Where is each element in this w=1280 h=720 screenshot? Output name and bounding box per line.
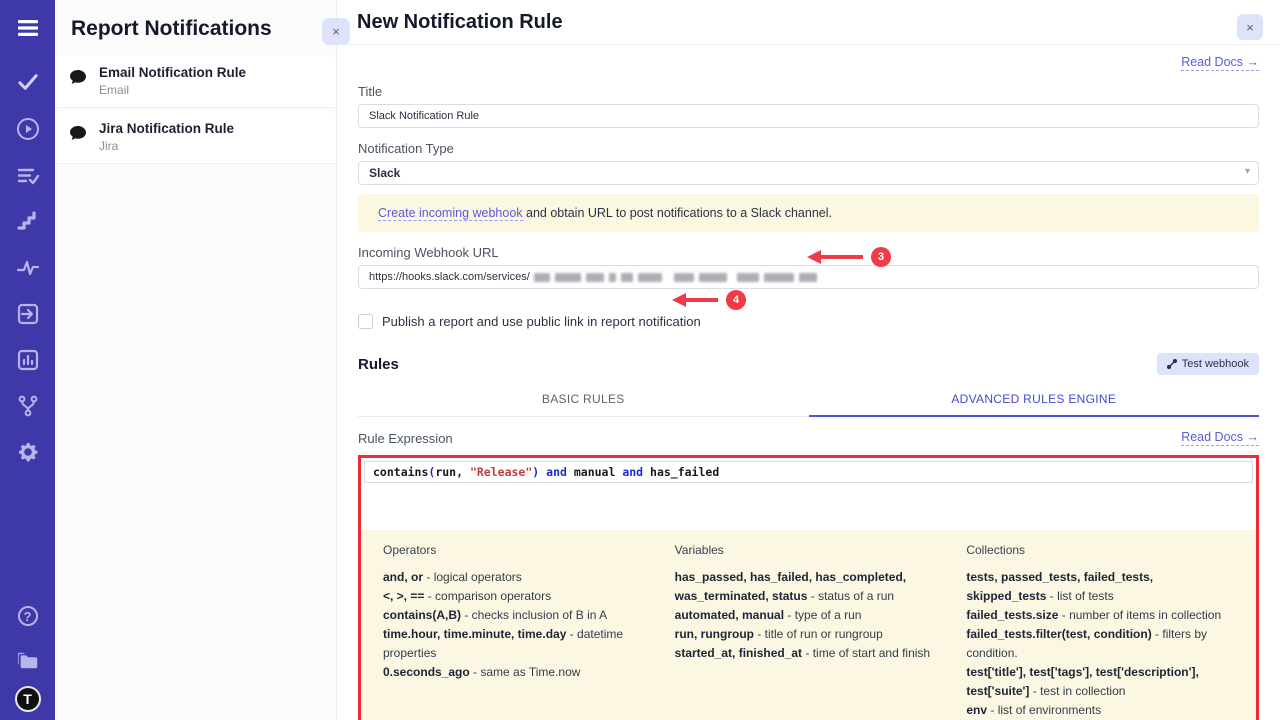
question-mark: ? — [18, 606, 38, 626]
help-entry: env - list of environments — [966, 701, 1234, 720]
notification-type-label: Notification Type — [358, 141, 1259, 156]
help-icon[interactable]: ? — [16, 604, 40, 628]
help-entry: 0.seconds_ago - same as Time.now — [383, 663, 651, 682]
code-line[interactable]: contains(run, "Release") and manual and … — [364, 461, 1253, 483]
rules-heading: Rules — [358, 356, 399, 373]
rule-item-title: Jira Notification Rule — [99, 121, 234, 136]
rule-expression-editor[interactable]: contains(run, "Release") and manual and … — [361, 458, 1256, 530]
publish-report-label: Publish a report and use public link in … — [382, 314, 701, 329]
notification-type-value: Slack — [369, 166, 400, 180]
annotation-highlight-box: contains(run, "Release") and manual and … — [358, 455, 1259, 720]
publish-report-checkbox[interactable] — [358, 314, 373, 329]
main-close-button[interactable]: × — [1237, 14, 1263, 40]
variables-column: Variables has_passed, has_failed, has_co… — [675, 543, 943, 720]
code-token: run, — [435, 465, 470, 479]
git-branch-icon[interactable] — [16, 394, 40, 418]
webhook-url-label: Incoming Webhook URL — [358, 245, 1259, 260]
help-entry: run, rungroup - title of run or rungroup — [675, 625, 943, 644]
rules-tabs: BASIC RULES ADVANCED RULES ENGINE — [358, 385, 1259, 417]
sign-in-icon[interactable] — [16, 302, 40, 326]
menu-icon[interactable] — [16, 16, 40, 40]
check-icon[interactable] — [16, 70, 40, 94]
collections-header: Collections — [966, 543, 1234, 557]
panel-title: Report Notifications — [55, 0, 336, 55]
webhook-url-value: https://hooks.slack.com/services/ — [369, 271, 530, 283]
title-label: Title — [358, 84, 1259, 99]
help-entry: tests, passed_tests, failed_tests, skipp… — [966, 568, 1234, 606]
report-notifications-panel: Report Notifications × Email Notificatio… — [55, 0, 337, 720]
collections-column: Collections tests, passed_tests, failed_… — [966, 543, 1234, 720]
connection-icon — [1167, 359, 1177, 369]
tab-basic-rules[interactable]: BASIC RULES — [358, 385, 809, 416]
list-item-email-rule[interactable]: Email Notification Rule Email — [55, 55, 336, 108]
gear-icon[interactable] — [16, 440, 40, 464]
chat-bubble-icon — [69, 125, 87, 146]
folders-icon[interactable] — [16, 648, 40, 672]
panel-close-button[interactable]: × — [322, 18, 350, 45]
webhook-url-input[interactable]: https://hooks.slack.com/services/ — [358, 265, 1259, 289]
chat-bubble-icon — [69, 69, 87, 90]
read-docs-link[interactable]: Read Docs → — [1181, 55, 1259, 71]
help-entry: automated, manual - type of a run — [675, 606, 943, 625]
help-entry: failed_tests.size - number of items in c… — [966, 606, 1234, 625]
help-entry: <, >, == - comparison operators — [383, 587, 651, 606]
page-title: New Notification Rule — [357, 11, 563, 34]
help-entry: has_passed, has_failed, has_completed, w… — [675, 568, 943, 606]
code-token: has_failed — [643, 465, 719, 479]
help-entry: time.hour, time.minute, time.day - datet… — [383, 625, 651, 663]
help-entry: contains(A,B) - checks inclusion of B in… — [383, 606, 651, 625]
webhook-info-box: Create incoming webhook and obtain URL t… — [358, 194, 1259, 232]
operators-column: Operators and, or - logical operators <,… — [383, 543, 651, 720]
notification-type-select[interactable]: Slack ▾ — [358, 161, 1259, 185]
expression-help-panel: Operators and, or - logical operators <,… — [361, 530, 1256, 720]
stairs-icon[interactable] — [16, 209, 40, 233]
help-entry: failed_tests.filter(test, condition) - f… — [966, 625, 1234, 663]
operators-header: Operators — [383, 543, 651, 557]
code-token: "Release" — [470, 465, 532, 479]
play-circle-icon[interactable] — [16, 117, 40, 141]
app-sidebar: ? T — [0, 0, 55, 720]
redacted-webhook-token — [534, 273, 822, 282]
title-input[interactable]: Slack Notification Rule — [358, 104, 1259, 128]
create-webhook-link[interactable]: Create incoming webhook — [378, 206, 523, 221]
tab-advanced-rules-engine[interactable]: ADVANCED RULES ENGINE — [809, 385, 1260, 417]
help-entry: and, or - logical operators — [383, 568, 651, 587]
rule-item-title: Email Notification Rule — [99, 65, 246, 80]
rule-expression-label: Rule Expression — [358, 431, 453, 446]
code-token: manual — [567, 465, 622, 479]
chevron-down-icon: ▾ — [1245, 166, 1250, 177]
test-webhook-button[interactable]: Test webhook — [1157, 353, 1259, 375]
activity-icon[interactable] — [16, 256, 40, 280]
code-token: and — [546, 465, 567, 479]
bar-chart-icon[interactable] — [16, 348, 40, 372]
rule-item-subtitle: Jira — [99, 139, 234, 153]
main-header: New Notification Rule — [337, 0, 1280, 45]
list-check-icon[interactable] — [16, 164, 40, 188]
list-item-jira-rule[interactable]: Jira Notification Rule Jira — [55, 111, 336, 164]
test-webhook-label: Test webhook — [1182, 358, 1249, 370]
user-avatar[interactable]: T — [15, 686, 41, 712]
help-entry: started_at, finished_at - time of start … — [675, 644, 943, 663]
code-token: and — [622, 465, 643, 479]
info-text: and obtain URL to post notifications to … — [523, 206, 832, 220]
code-token: contains — [373, 465, 428, 479]
rule-item-subtitle: Email — [99, 83, 246, 97]
form-content: Read Docs → Title Slack Notification Rul… — [337, 55, 1280, 720]
read-docs-link-rules[interactable]: Read Docs → — [1181, 430, 1259, 446]
new-notification-rule-panel: New Notification Rule × Read Docs → Titl… — [337, 0, 1280, 720]
help-entry: test['title'], test['tags'], test['descr… — [966, 663, 1234, 701]
variables-header: Variables — [675, 543, 943, 557]
